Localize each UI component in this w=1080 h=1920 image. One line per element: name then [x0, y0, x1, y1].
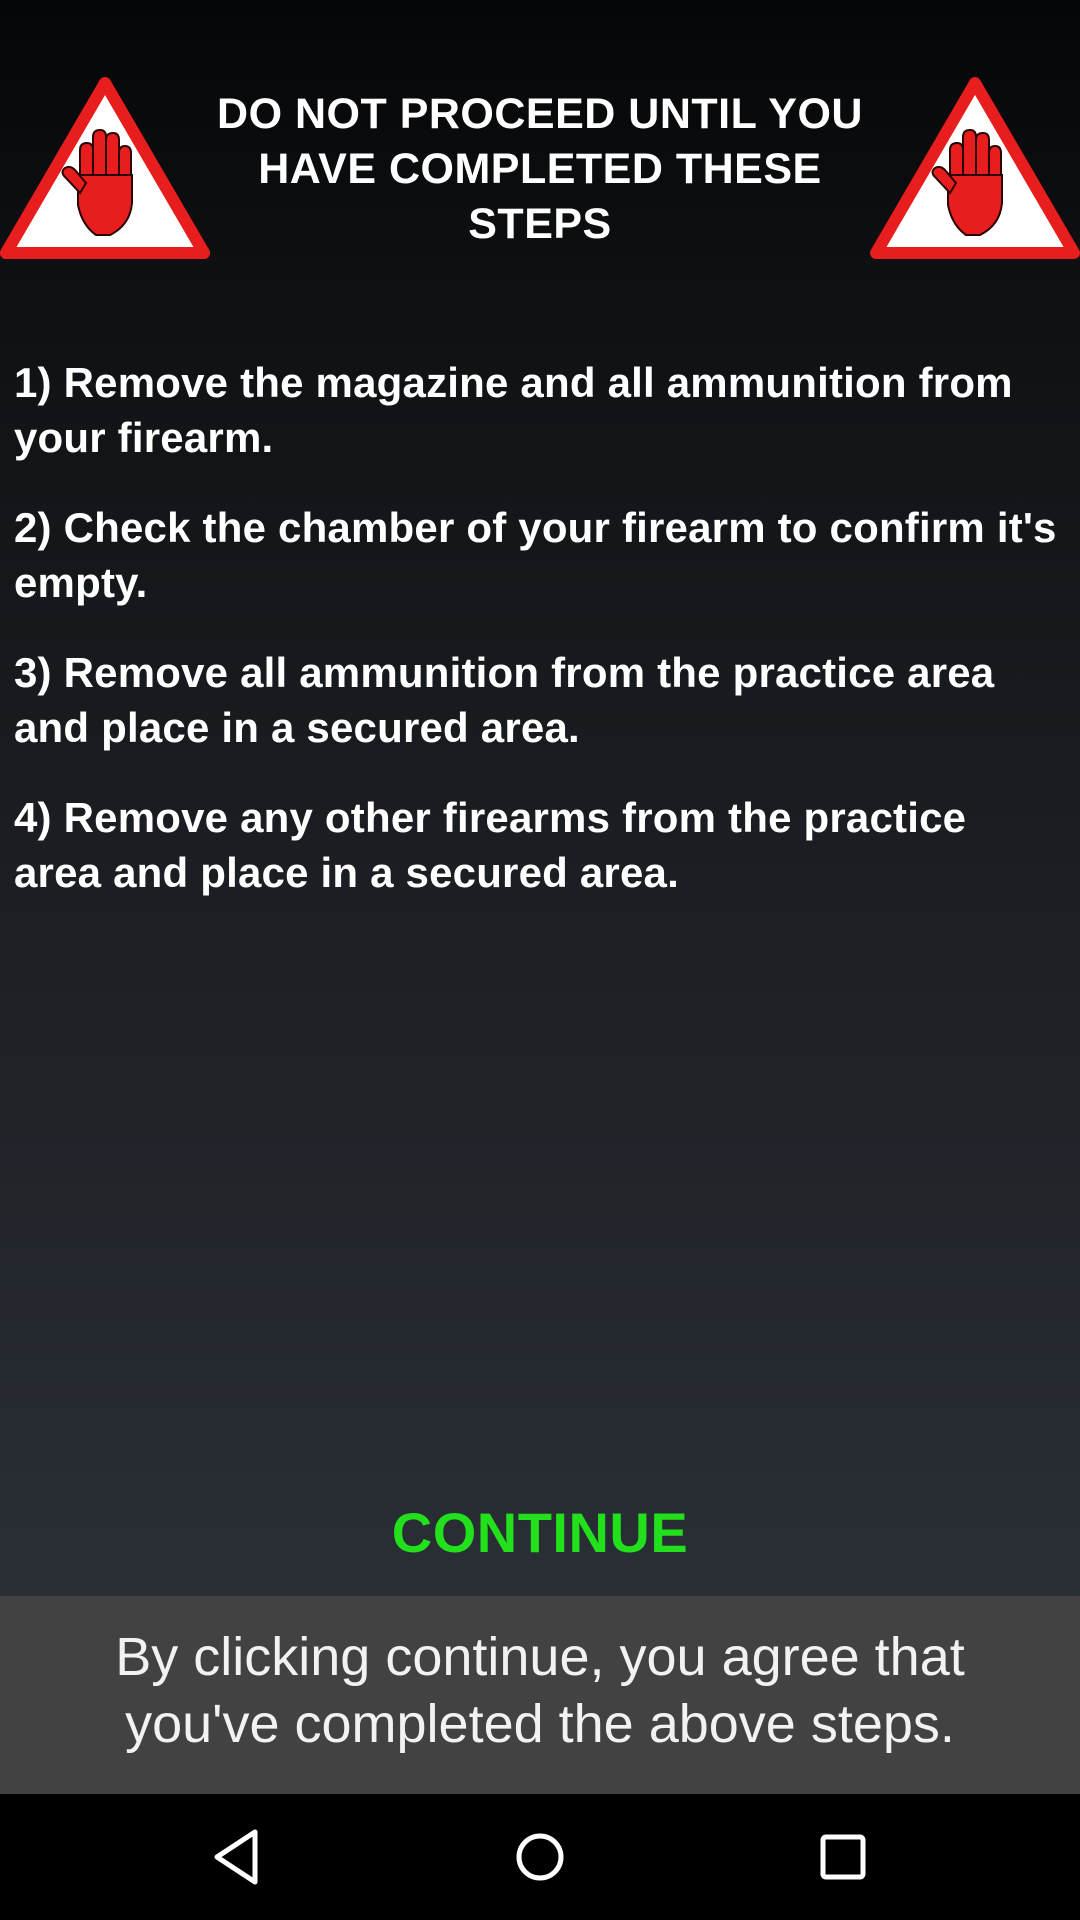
home-circle-icon[interactable]: [505, 1822, 575, 1892]
header: DO NOT PROCEED UNTIL YOU HAVE COMPLETED …: [0, 75, 1080, 265]
step-item: 1) Remove the magazine and all ammunitio…: [14, 359, 1013, 461]
back-triangle-icon[interactable]: [203, 1822, 273, 1892]
recents-square-icon[interactable]: [808, 1822, 878, 1892]
continue-button[interactable]: CONTINUE: [0, 1495, 1080, 1570]
step-item: 2) Check the chamber of your firearm to …: [14, 504, 1057, 606]
step-item: 4) Remove any other firearms from the pr…: [14, 794, 967, 896]
screen: DO NOT PROCEED UNTIL YOU HAVE COMPLETED …: [0, 0, 1080, 1920]
page-title: DO NOT PROCEED UNTIL YOU HAVE COMPLETED …: [217, 90, 863, 248]
main-content: DO NOT PROCEED UNTIL YOU HAVE COMPLETED …: [0, 0, 1080, 1596]
agreement-banner: By clicking continue, you agree that you…: [0, 1596, 1080, 1794]
agreement-text: By clicking continue, you agree that you…: [115, 1627, 965, 1754]
stop-hand-warning-icon: [0, 75, 210, 260]
step-item: 3) Remove all ammunition from the practi…: [14, 649, 995, 751]
stop-hand-warning-icon: [870, 75, 1080, 260]
navigation-bar: [0, 1794, 1080, 1920]
steps-list: 1) Remove the magazine and all ammunitio…: [14, 355, 1064, 935]
